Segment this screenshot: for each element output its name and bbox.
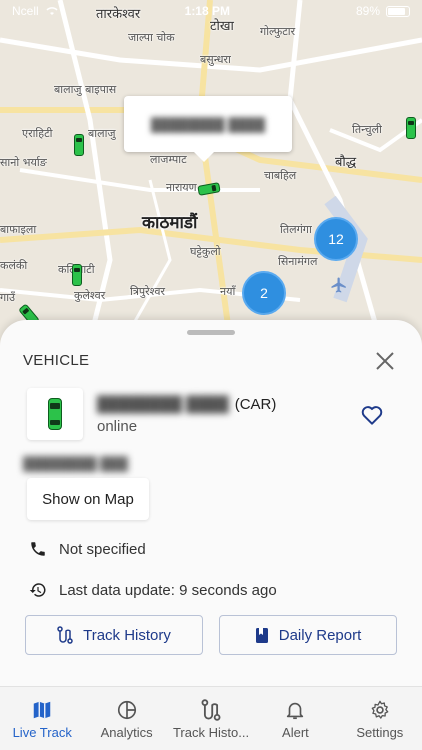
map-roads: [0, 0, 422, 340]
map-label: बौद्ध: [335, 155, 357, 170]
map-label: सिनामंगल: [278, 255, 318, 268]
map-label: बाफाइला: [0, 223, 37, 236]
map-label: गाउँ: [0, 291, 16, 304]
map-label: चाबहिल: [264, 169, 297, 182]
bottom-tab-bar: Live Track Analytics Track Histo... Aler…: [0, 686, 422, 750]
car-icon: [48, 398, 62, 430]
vehicle-plate-redacted: ████████ ████: [150, 116, 266, 132]
vehicle-marker[interactable]: [72, 264, 82, 286]
analytics-icon: [117, 700, 136, 720]
bell-icon: [287, 702, 304, 720]
route-icon: [57, 626, 73, 644]
phone-row: Not specified: [29, 540, 146, 558]
map-label: जाल्पा चोक: [128, 31, 175, 44]
tab-label: Track Histo...: [172, 725, 250, 740]
map-label: बालाजु बाइपास: [54, 83, 117, 96]
map-label: बसुन्धरा: [200, 53, 231, 66]
device-id-redacted: ████████ ███: [23, 456, 128, 471]
map-label: एराहिटी: [22, 127, 53, 140]
status-time: 1:18 PM: [184, 4, 230, 18]
map-label: कुलेश्वर: [74, 289, 106, 302]
map-label: लाजम्पाट: [150, 153, 187, 166]
sheet-drag-handle[interactable]: [187, 330, 235, 335]
book-icon: [255, 627, 268, 643]
map-icon: [33, 701, 51, 719]
status-bar: Ncell 1:18 PM 89%: [0, 0, 422, 22]
vehicle-name-redacted: ████████ ████: [97, 396, 229, 413]
daily-report-button[interactable]: Daily Report: [219, 615, 397, 655]
close-icon[interactable]: [372, 348, 398, 374]
daily-report-label: Daily Report: [278, 626, 362, 644]
map-label: नयाँ: [220, 285, 236, 298]
tab-label: Live Track: [12, 725, 72, 740]
battery-icon: [386, 5, 410, 17]
last-update-text: Last data update: 9 seconds ago: [59, 581, 277, 599]
gear-icon: [371, 700, 389, 719]
vehicle-marker[interactable]: [74, 134, 84, 156]
tab-analytics[interactable]: Analytics: [84, 687, 168, 750]
phone-icon: [31, 542, 45, 556]
tab-track-history[interactable]: Track Histo...: [169, 687, 253, 750]
phone-text: Not specified: [59, 540, 146, 558]
route-icon: [201, 699, 221, 721]
vehicle-thumbnail: [27, 388, 83, 440]
track-history-label: Track History: [83, 626, 171, 644]
vehicle-marker[interactable]: [406, 117, 416, 139]
show-on-map-button[interactable]: Show on Map: [27, 478, 149, 520]
map-label: सानो भर्याङ: [0, 156, 47, 169]
vehicle-cluster[interactable]: 12: [314, 217, 358, 261]
vehicle-cluster[interactable]: 2: [242, 271, 286, 315]
tab-label: Settings: [356, 725, 404, 740]
vehicle-status: online: [97, 418, 138, 435]
wifi-icon: [46, 7, 58, 15]
battery-percent: 89%: [355, 4, 380, 18]
carrier-label: Ncell: [12, 4, 39, 18]
track-history-button[interactable]: Track History: [25, 615, 203, 655]
tab-settings[interactable]: Settings: [338, 687, 422, 750]
map-label: तिलगंगा: [280, 223, 312, 236]
map-view[interactable]: तारकेश्वर टोखा जाल्पा चोक गोल्फुटार बसुन…: [0, 0, 422, 340]
map-label: कलंकी: [0, 259, 28, 272]
sheet-title: VEHICLE: [23, 352, 90, 369]
map-label: त्रिपुरेश्वर: [130, 285, 165, 298]
vehicle-name-row: ████████ ████ (CAR): [97, 396, 276, 413]
tab-label: Alert: [282, 725, 309, 740]
map-label: गोल्फुटार: [260, 25, 296, 38]
map-label: नारायण: [166, 181, 197, 194]
map-label: तिन्चुली: [352, 123, 382, 136]
vehicle-info-bubble[interactable]: ████████ ████: [124, 96, 292, 162]
tab-live-track[interactable]: Live Track: [0, 687, 84, 750]
history-icon: [29, 583, 46, 597]
tab-label: Analytics: [100, 725, 153, 740]
airport-icon: [331, 277, 346, 293]
tab-alert[interactable]: Alert: [253, 687, 337, 750]
vehicle-detail-sheet: VEHICLE ████████ ████ (CAR) online █████…: [0, 320, 422, 686]
map-label: बालाजु: [88, 127, 116, 140]
map-label: काठमाडौं: [142, 213, 198, 233]
last-update-row: Last data update: 9 seconds ago: [29, 581, 277, 599]
vehicle-type: (CAR): [234, 396, 277, 413]
map-label: घट्टेकुलो: [190, 245, 221, 258]
heart-icon[interactable]: [358, 402, 386, 428]
